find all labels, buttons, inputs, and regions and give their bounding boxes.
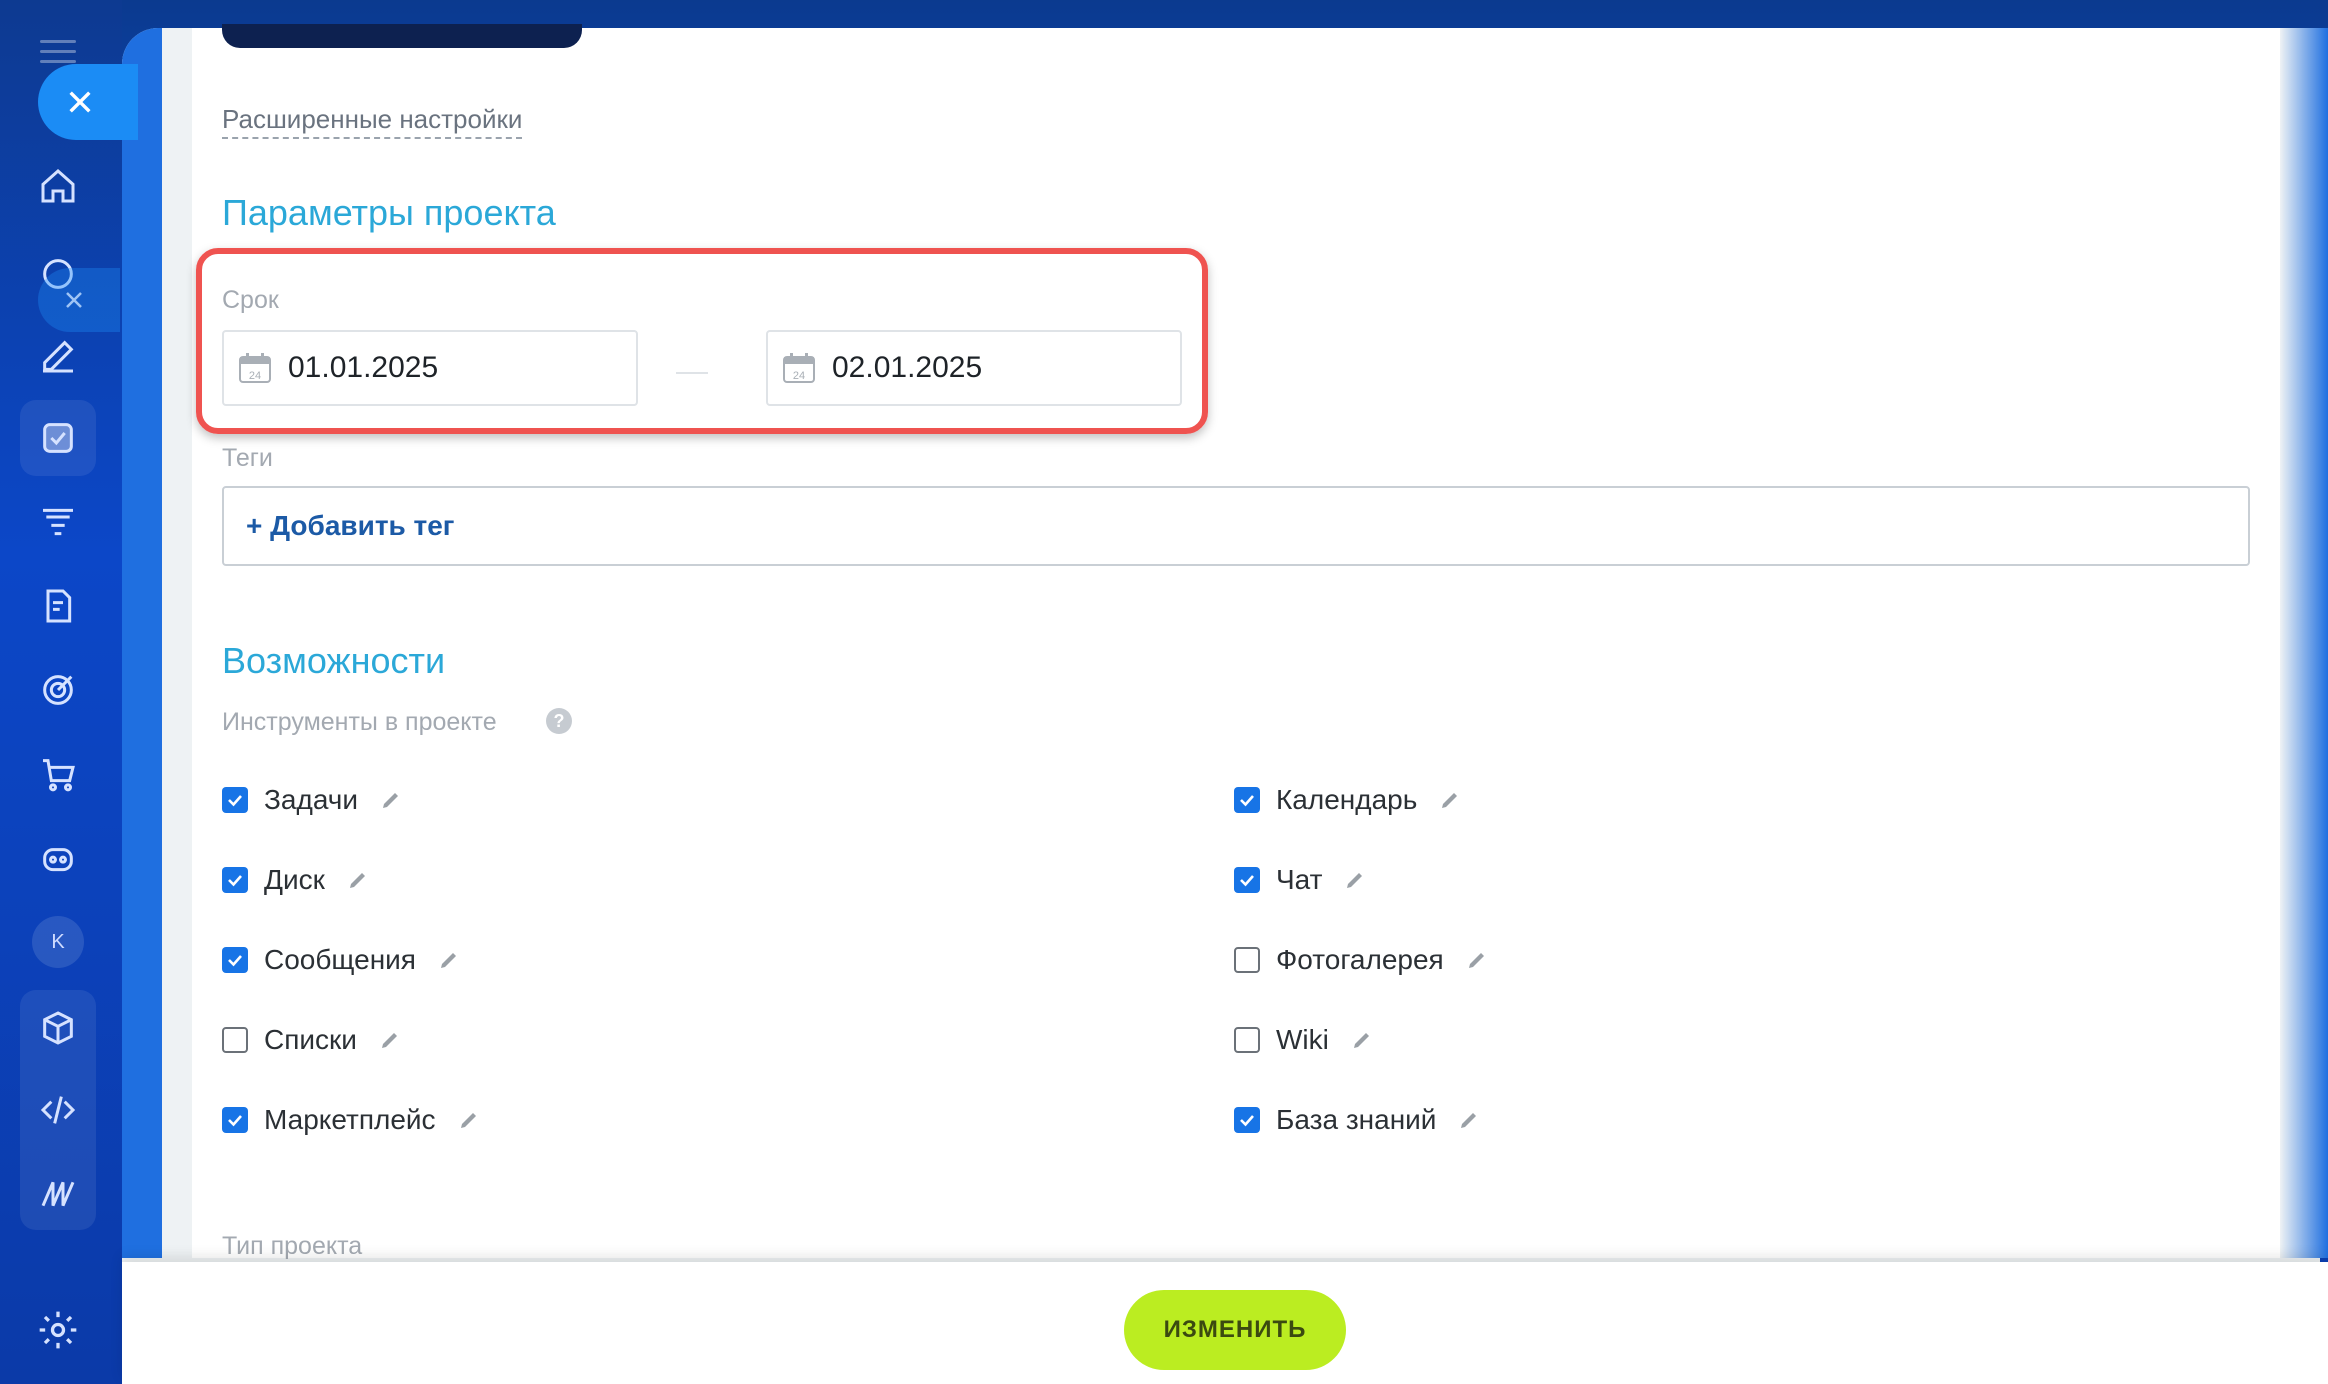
checkbox-unchecked[interactable] (1234, 947, 1260, 973)
pencil-icon[interactable] (380, 789, 402, 811)
pencil-icon[interactable] (1458, 1109, 1480, 1131)
box-icon[interactable] (30, 1000, 86, 1056)
project-params-title: Параметры проекта (222, 192, 556, 233)
checkbox-checked[interactable] (1234, 867, 1260, 893)
panel-right-edge (2280, 28, 2328, 1258)
tool-label: Чат (1276, 864, 1323, 895)
tags-field[interactable]: + Добавить тег (222, 486, 2250, 566)
close-icon-secondary[interactable] (38, 268, 120, 332)
tool-item[interactable]: Списки (222, 1020, 401, 1060)
tool-item[interactable]: Фотогалерея (1234, 940, 1488, 980)
tool-item[interactable]: Чат (1234, 860, 1366, 900)
add-tag-link[interactable]: + Добавить тег (246, 510, 454, 542)
tags-label: Теги (222, 444, 273, 472)
top-button-edge[interactable] (222, 24, 582, 48)
cart-icon[interactable] (30, 746, 86, 802)
features-title: Возможности (222, 640, 446, 681)
code-icon[interactable] (30, 1082, 86, 1138)
tool-label: Календарь (1276, 784, 1418, 815)
filter-icon[interactable] (30, 494, 86, 550)
tool-label: Диск (264, 864, 325, 895)
menu-icon[interactable] (40, 40, 76, 64)
tool-item[interactable]: Сообщения (222, 940, 460, 980)
edit-icon[interactable] (30, 328, 86, 384)
pencil-icon[interactable] (1439, 789, 1461, 811)
tool-label: База знаний (1276, 1104, 1437, 1135)
checkbox-checked[interactable] (1234, 1107, 1260, 1133)
highlight-frame (196, 248, 1208, 434)
tool-item[interactable]: Задачи (222, 780, 402, 820)
pencil-icon[interactable] (1344, 869, 1366, 891)
tools-label: Инструменты в проекте (222, 708, 497, 736)
pencil-icon[interactable] (438, 949, 460, 971)
document-icon[interactable] (30, 578, 86, 634)
checkbox-checked[interactable] (222, 1107, 248, 1133)
checkbox-unchecked[interactable] (1234, 1027, 1260, 1053)
tool-item[interactable]: База знаний (1234, 1100, 1480, 1140)
tasks-icon[interactable] (30, 410, 86, 466)
left-sidebar: K (0, 0, 122, 1384)
project-type-label: Тип проекта (222, 1232, 363, 1260)
tool-item[interactable]: Диск (222, 860, 369, 900)
pencil-icon[interactable] (347, 869, 369, 891)
tool-item[interactable]: Wiki (1234, 1020, 1373, 1060)
tool-item[interactable]: Маркетплейс (222, 1100, 480, 1140)
close-icon (69, 91, 91, 113)
avatar[interactable]: K (32, 916, 84, 968)
home-icon[interactable] (30, 158, 86, 214)
pencil-icon[interactable] (1351, 1029, 1373, 1051)
signature-icon[interactable] (30, 1166, 86, 1222)
robot-icon[interactable] (30, 830, 86, 886)
checkbox-checked[interactable] (222, 947, 248, 973)
tool-label: Фотогалерея (1276, 944, 1444, 975)
close-panel-button[interactable] (38, 64, 138, 140)
tool-label: Задачи (264, 784, 359, 815)
tool-label: Wiki (1276, 1024, 1329, 1055)
checkbox-checked[interactable] (1234, 787, 1260, 813)
checkbox-checked[interactable] (222, 787, 248, 813)
panel-edge (122, 28, 162, 1258)
checkbox-unchecked[interactable] (222, 1027, 248, 1053)
gear-icon[interactable] (36, 1308, 80, 1352)
pencil-icon[interactable] (1466, 949, 1488, 971)
tool-label: Сообщения (264, 944, 416, 975)
tool-item[interactable]: Календарь (1234, 780, 1461, 820)
advanced-settings-link[interactable]: Расширенные настройки (222, 104, 523, 139)
pencil-icon[interactable] (458, 1109, 480, 1131)
help-icon[interactable]: ? (546, 708, 572, 734)
save-button[interactable]: ИЗМЕНИТЬ (1124, 1290, 1346, 1370)
checkbox-checked[interactable] (222, 867, 248, 893)
target-icon[interactable] (30, 662, 86, 718)
tool-label: Списки (264, 1024, 357, 1055)
pencil-icon[interactable] (379, 1029, 401, 1051)
tool-label: Маркетплейс (264, 1104, 436, 1135)
